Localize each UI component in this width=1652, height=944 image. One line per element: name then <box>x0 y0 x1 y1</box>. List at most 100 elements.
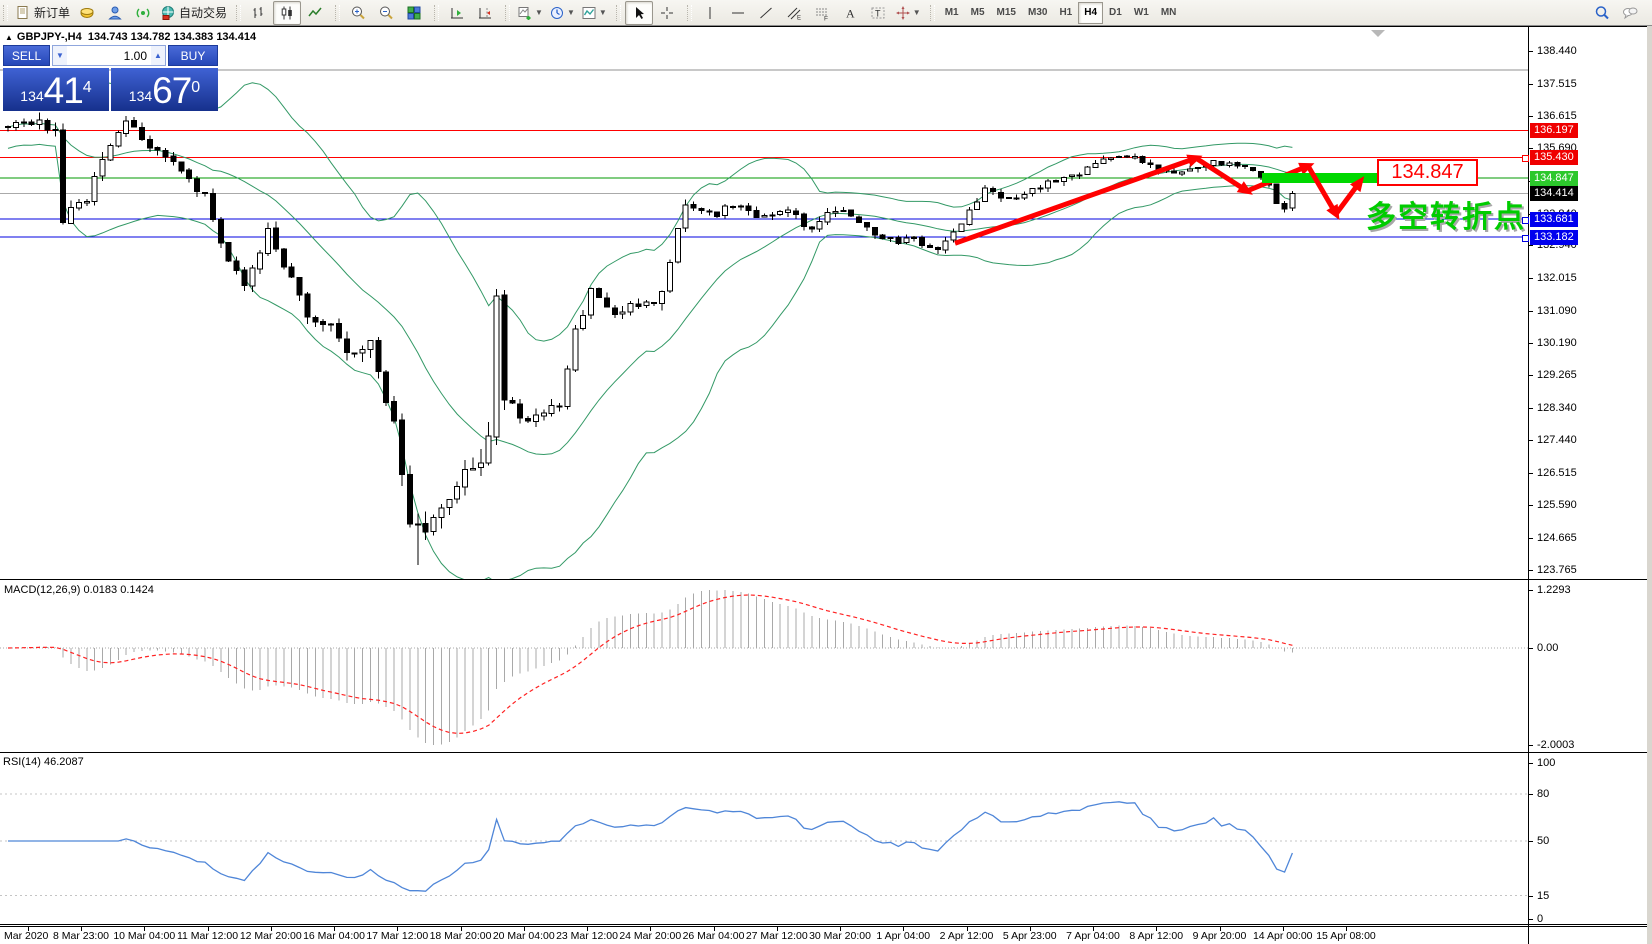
chart-shift-button[interactable] <box>471 1 499 25</box>
signals-button[interactable] <box>129 1 157 25</box>
price-level-label[interactable]: 135.430 <box>1530 150 1578 165</box>
signal-icon <box>135 5 151 21</box>
search-button[interactable] <box>1588 1 1616 25</box>
price-tick-label: 127.440 <box>1537 434 1577 446</box>
toolbar-group <box>431 0 502 26</box>
macd-tick-label: -2.0003 <box>1537 739 1574 751</box>
timeframe-h4-button[interactable]: H4 <box>1078 2 1103 24</box>
indicators-button[interactable]: ▼ <box>514 1 546 25</box>
tile-windows-button[interactable] <box>400 1 428 25</box>
collapse-icon[interactable]: ▲ <box>5 33 13 42</box>
buy-button[interactable]: BUY <box>168 45 218 66</box>
fibonacci-icon: F <box>814 5 830 21</box>
timeframe-d1-button[interactable]: D1 <box>1103 2 1128 24</box>
chevron-down-icon[interactable]: ▼ <box>567 8 575 17</box>
support-level-bar[interactable] <box>1262 173 1389 183</box>
cursor-button[interactable] <box>625 1 653 25</box>
arrows-button[interactable]: ▼ <box>892 1 924 25</box>
time-axis-label: 8 Apr 12:00 <box>1129 930 1183 942</box>
auto-trading-button[interactable]: 自动交易 <box>157 1 230 25</box>
timeframe-w1-button[interactable]: W1 <box>1128 2 1155 24</box>
time-axis-label: 16 Mar 04:00 <box>303 930 365 942</box>
chat-button[interactable] <box>1616 1 1644 25</box>
bar-chart-button[interactable] <box>245 1 273 25</box>
deposit-button[interactable] <box>73 1 101 25</box>
line-drag-handle[interactable] <box>1522 235 1529 242</box>
time-axis-label: 10 Mar 04:00 <box>113 930 175 942</box>
volume-decrease-button[interactable]: ▼ <box>53 46 67 65</box>
rsi-canvas[interactable] <box>0 754 1528 924</box>
volume-input[interactable] <box>67 46 151 65</box>
rsi-pane[interactable]: RSI(14) 46.2087 <box>0 754 1652 925</box>
auto-trading-button-label: 自动交易 <box>179 4 227 21</box>
timeframe-m15-button[interactable]: M15 <box>991 2 1022 24</box>
candlestick-icon <box>279 5 295 21</box>
new-order-icon <box>15 5 31 21</box>
equidistant-channel-button[interactable]: E <box>780 1 808 25</box>
macd-pane[interactable]: MACD(12,26,9) 0.0183 0.1424 <box>0 581 1652 753</box>
price-level-label[interactable]: 133.182 <box>1530 230 1578 245</box>
buy-price-button[interactable]: 134670 <box>111 68 218 111</box>
axis-tick <box>1529 116 1533 117</box>
timeframe-mn-button[interactable]: MN <box>1155 2 1183 24</box>
turning-point-note[interactable]: 多空转折点 <box>1366 192 1526 236</box>
crosshair-button[interactable] <box>653 1 681 25</box>
new-order-button-label: 新订单 <box>34 4 70 21</box>
price-level-label[interactable]: 136.197 <box>1530 123 1578 138</box>
price-axis[interactable]: 138.440137.515136.615135.690134.765133.8… <box>1528 26 1647 944</box>
rsi-label: RSI(14) 46.2087 <box>3 756 84 768</box>
chevron-down-icon[interactable]: ▼ <box>913 8 921 17</box>
zoom-in-button[interactable] <box>344 1 372 25</box>
zoom-out-button[interactable] <box>372 1 400 25</box>
time-axis-tick <box>144 927 145 931</box>
price-level-label[interactable]: 133.681 <box>1530 212 1578 227</box>
vertical-line-button[interactable] <box>696 1 724 25</box>
axis-tick <box>1529 408 1533 409</box>
time-axis[interactable]: Mar 20208 Mar 23:0010 Mar 04:0011 Mar 12… <box>0 926 1652 944</box>
timeframe-m5-button[interactable]: M5 <box>965 2 991 24</box>
line-chart-button[interactable] <box>301 1 329 25</box>
axis-tick <box>1529 245 1533 246</box>
line-drag-handle[interactable] <box>1522 155 1529 162</box>
price-pane[interactable] <box>0 26 1652 580</box>
trendline-button[interactable] <box>752 1 780 25</box>
volume-increase-button[interactable]: ▲ <box>151 46 165 65</box>
candlestick-button[interactable] <box>273 1 301 25</box>
macd-canvas[interactable] <box>0 581 1528 752</box>
price-chart-canvas[interactable] <box>0 27 1528 579</box>
fibonacci-button[interactable]: F <box>808 1 836 25</box>
chevron-down-icon[interactable]: ▼ <box>599 8 607 17</box>
periods-button[interactable]: ▼ <box>546 1 578 25</box>
time-axis-tick <box>967 927 968 931</box>
timeframe-m30-button[interactable]: M30 <box>1022 2 1053 24</box>
sell-price-button[interactable]: 134414 <box>3 68 109 111</box>
bar-chart-icon <box>251 5 267 21</box>
sell-button[interactable]: SELL <box>3 45 50 66</box>
profile-icon <box>107 5 123 21</box>
time-axis-tick <box>840 927 841 931</box>
price-level-label[interactable]: 134.847 <box>1530 171 1578 186</box>
price-tick-label: 132.015 <box>1537 272 1577 284</box>
macd-signal-line <box>8 595 1292 733</box>
timeframe-h1-button[interactable]: H1 <box>1053 2 1078 24</box>
price-tick-label: 125.590 <box>1537 499 1577 511</box>
text-button[interactable]: A <box>836 1 864 25</box>
time-axis-label: 14 Apr 00:00 <box>1253 930 1313 942</box>
time-axis-tick <box>587 927 588 931</box>
timeframe-m1-button[interactable]: M1 <box>939 2 965 24</box>
chevron-down-icon[interactable]: ▼ <box>535 8 543 17</box>
price-callout-box[interactable]: 134.847 <box>1377 159 1478 186</box>
price-tick-label: 123.765 <box>1537 564 1577 576</box>
right-margin-strip <box>1647 26 1652 944</box>
chart-window[interactable]: MACD(12,26,9) 0.0183 0.1424 RSI(14) 46.2… <box>0 26 1652 944</box>
tile-windows-icon <box>406 5 422 21</box>
time-axis-tick <box>650 927 651 931</box>
auto-scroll-button[interactable] <box>443 1 471 25</box>
price-level-label[interactable]: 134.414 <box>1530 186 1578 201</box>
horizontal-line-button[interactable] <box>724 1 752 25</box>
text-label-button[interactable]: T <box>864 1 892 25</box>
zoom-in-icon <box>350 5 366 21</box>
profile-button[interactable] <box>101 1 129 25</box>
new-order-button[interactable]: 新订单 <box>12 1 73 25</box>
templates-button[interactable]: ▼ <box>578 1 610 25</box>
